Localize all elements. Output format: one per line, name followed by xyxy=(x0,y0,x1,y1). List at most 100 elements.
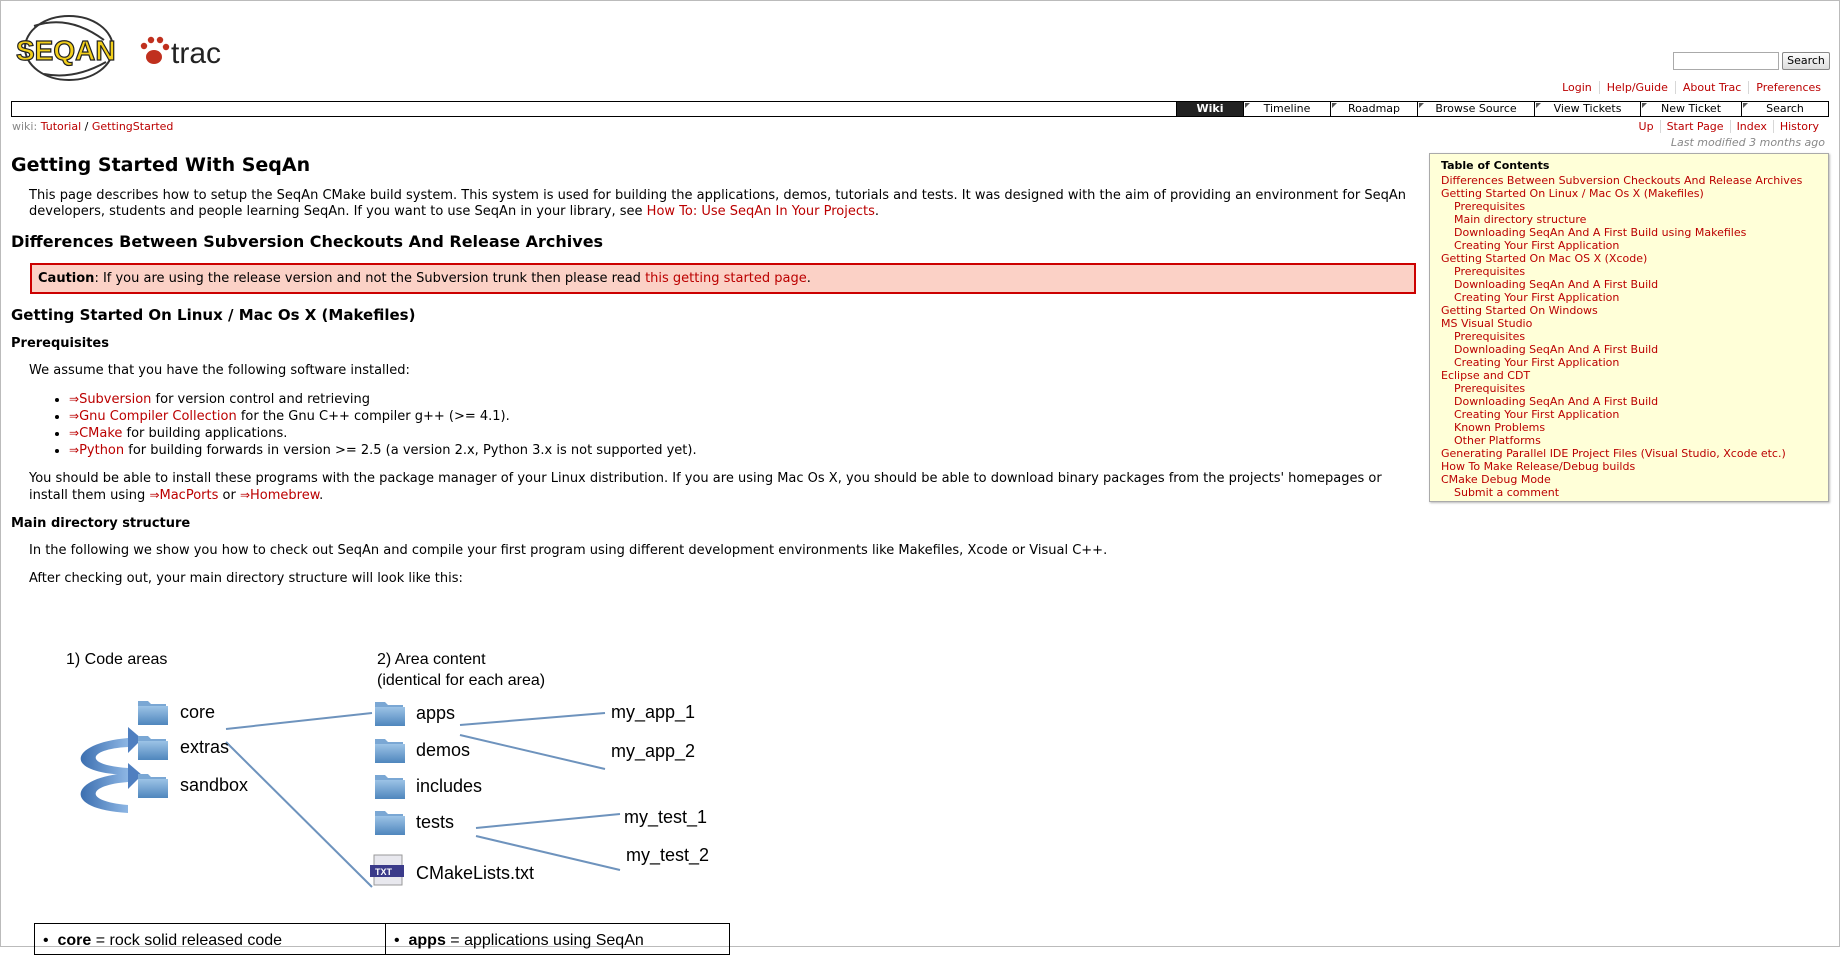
use-seqan-link[interactable]: How To: Use SeqAn In Your Projects xyxy=(647,204,875,219)
toc-link[interactable]: Downloading SeqAn And A First Build usin… xyxy=(1454,226,1746,239)
preferences-link[interactable]: Preferences xyxy=(1756,81,1821,94)
toc-link[interactable]: Prerequisites xyxy=(1454,330,1525,343)
list-item: ⇒Subversion for version control and retr… xyxy=(69,391,1416,408)
tab-view-tickets[interactable]: View Tickets xyxy=(1534,102,1640,116)
up-link[interactable]: Up xyxy=(1639,120,1654,133)
folder-icon xyxy=(375,702,405,726)
heading-prerequisites: Prerequisites xyxy=(11,336,109,351)
wiki-content: Getting Started With SeqAn This page des… xyxy=(11,150,1416,599)
folder-icon xyxy=(375,811,405,835)
tab-timeline[interactable]: Timeline xyxy=(1243,102,1330,116)
toc-link[interactable]: How To Make Release/Debug builds xyxy=(1441,460,1635,473)
page-title: Getting Started With SeqAn xyxy=(11,154,311,176)
folder-icon xyxy=(138,701,168,725)
toc-link[interactable]: Known Problems xyxy=(1454,421,1545,434)
breadcrumb-current[interactable]: GettingStarted xyxy=(92,120,174,133)
toc-item: Creating Your First Application xyxy=(1430,408,1828,421)
tab-new-ticket[interactable]: New Ticket xyxy=(1640,102,1741,116)
toc-link[interactable]: Creating Your First Application xyxy=(1454,408,1619,421)
toc-item: Generating Parallel IDE Project Files (V… xyxy=(1430,447,1828,460)
toc-link[interactable]: Downloading SeqAn And A First Build xyxy=(1454,395,1658,408)
toc-link[interactable]: Prerequisites xyxy=(1454,200,1525,213)
toc-item: Downloading SeqAn And A First Build usin… xyxy=(1430,226,1828,239)
table-of-contents: Table of Contents Differences Between Su… xyxy=(1429,153,1829,502)
toc-item: Known Problems xyxy=(1430,421,1828,434)
toc-item: Creating Your First Application xyxy=(1430,239,1828,252)
intro-paragraph: This page describes how to setup the Seq… xyxy=(29,188,1407,219)
toc-link[interactable]: Creating Your First Application xyxy=(1454,356,1619,369)
toc-link[interactable]: Main directory structure xyxy=(1454,213,1586,226)
external-link-icon: ⇒ xyxy=(69,392,80,406)
gcc-link[interactable]: Gnu Compiler Collection xyxy=(79,409,237,424)
history-link[interactable]: History xyxy=(1780,120,1819,133)
toc-item: Downloading SeqAn And A First Build xyxy=(1430,278,1828,291)
last-modified: Last modified 3 months ago xyxy=(1670,136,1825,149)
area-content-subheading: (identical for each area) xyxy=(377,672,545,689)
toc-item: Eclipse and CDT xyxy=(1430,369,1828,382)
list-item: ⇒CMake for building applications. xyxy=(69,425,1416,442)
app-label: my_app_1 xyxy=(611,702,695,723)
toc-link[interactable]: Getting Started On Mac OS X (Xcode) xyxy=(1441,252,1647,265)
tab-browse-source[interactable]: Browse Source xyxy=(1417,102,1534,116)
breadcrumb-separator: / xyxy=(84,120,89,133)
toc-link[interactable]: MS Visual Studio xyxy=(1441,317,1532,330)
caution-box: Caution: If you are using the release ve… xyxy=(30,263,1416,294)
toc-link[interactable]: Generating Parallel IDE Project Files (V… xyxy=(1441,447,1786,460)
breadcrumb-tutorial[interactable]: Tutorial xyxy=(41,120,81,133)
login-link[interactable]: Login xyxy=(1562,81,1592,94)
help-guide-link[interactable]: Help/Guide xyxy=(1607,81,1668,94)
start-page-link[interactable]: Start Page xyxy=(1667,120,1724,133)
toc-item: Main directory structure xyxy=(1430,213,1828,226)
external-link-icon: ⇒ xyxy=(69,426,80,440)
code-areas-heading: 1) Code areas xyxy=(66,651,167,668)
macports-link[interactable]: MacPorts xyxy=(160,488,219,503)
cmake-link[interactable]: CMake xyxy=(79,426,122,441)
content-label: CMakeLists.txt xyxy=(416,863,534,883)
toc-link[interactable]: Submit a comment xyxy=(1454,486,1559,499)
toc-item: Prerequisites xyxy=(1430,382,1828,395)
content-label: apps xyxy=(416,703,455,723)
test-label: my_test_2 xyxy=(626,845,709,866)
toc-item: How To Make Release/Debug builds xyxy=(1430,460,1828,473)
toc-link[interactable]: Downloading SeqAn And A First Build xyxy=(1454,343,1658,356)
toc-link[interactable]: Downloading SeqAn And A First Build xyxy=(1454,278,1658,291)
toc-item: MS Visual Studio xyxy=(1430,317,1828,330)
toc-link[interactable]: Getting Started On Linux / Mac Os X (Mak… xyxy=(1441,187,1704,200)
toc-link[interactable]: Creating Your First Application xyxy=(1454,239,1619,252)
heading-main-directory: Main directory structure xyxy=(11,516,191,531)
maindir-paragraph-2: After checking out, your main directory … xyxy=(29,571,463,586)
toc-item: Getting Started On Mac OS X (Xcode) xyxy=(1430,252,1828,265)
area-label: sandbox xyxy=(180,775,248,795)
toc-item: Submit a comment xyxy=(1430,486,1828,499)
seqan-trac-logo[interactable]: SEQAN trac xyxy=(14,10,244,84)
heading-differences: Differences Between Subversion Checkouts… xyxy=(11,232,604,251)
about-trac-link[interactable]: About Trac xyxy=(1683,81,1741,94)
toc-link[interactable]: Differences Between Subversion Checkouts… xyxy=(1441,174,1802,187)
toc-link[interactable]: Other Platforms xyxy=(1454,434,1541,447)
external-link-icon: ⇒ xyxy=(239,488,251,502)
tab-wiki[interactable]: Wiki xyxy=(1176,102,1243,116)
search-input[interactable] xyxy=(1673,52,1779,70)
toc-link[interactable]: Prerequisites xyxy=(1454,382,1525,395)
index-link[interactable]: Index xyxy=(1737,120,1767,133)
toc-item: Differences Between Subversion Checkouts… xyxy=(1430,174,1828,187)
toc-link[interactable]: Eclipse and CDT xyxy=(1441,369,1530,382)
search-button[interactable]: Search xyxy=(1782,52,1830,70)
svg-text:TXT: TXT xyxy=(375,867,393,877)
toc-link[interactable]: Prerequisites xyxy=(1454,265,1525,278)
tab-roadmap[interactable]: Roadmap xyxy=(1330,102,1417,116)
tab-search[interactable]: Search xyxy=(1741,102,1828,116)
getting-started-link[interactable]: this getting started page xyxy=(645,271,807,286)
external-link-icon: ⇒ xyxy=(69,443,80,457)
list-item: ⇒Python for building forwards in version… xyxy=(69,442,1416,459)
folder-icon xyxy=(375,739,405,763)
subversion-link[interactable]: Subversion xyxy=(79,392,151,407)
python-link[interactable]: Python xyxy=(79,443,124,458)
toc-link[interactable]: Getting Started On Windows xyxy=(1441,304,1598,317)
toc-link[interactable]: Creating Your First Application xyxy=(1454,291,1619,304)
toc-item: Downloading SeqAn And A First Build xyxy=(1430,395,1828,408)
homebrew-link[interactable]: Homebrew xyxy=(250,488,319,503)
toc-link[interactable]: CMake Debug Mode xyxy=(1441,473,1551,486)
legend-cell-apps: • apps = applications using SeqAn xyxy=(394,932,644,949)
paw-icon xyxy=(140,36,170,64)
